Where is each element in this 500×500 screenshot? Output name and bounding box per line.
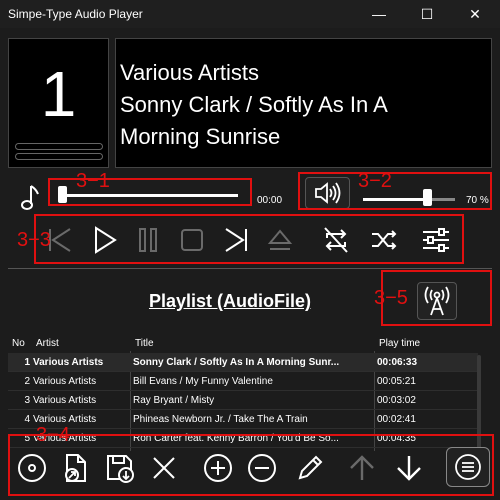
open-file-button[interactable] bbox=[57, 450, 93, 486]
equalizer-icon bbox=[423, 228, 449, 252]
row-artist: Various Artists bbox=[33, 376, 97, 387]
row-play-time: 00:06:33 bbox=[377, 357, 418, 368]
row-play-time: 00:04:35 bbox=[377, 433, 416, 444]
close-button[interactable]: ✕ bbox=[452, 0, 498, 28]
remove-track-button[interactable] bbox=[244, 450, 280, 486]
menu-button[interactable] bbox=[446, 447, 490, 487]
repeat-icon bbox=[324, 227, 348, 253]
repeat-button[interactable] bbox=[316, 220, 356, 260]
table-row[interactable]: 4 Various Artists Phineas Newborn Jr. / … bbox=[8, 410, 478, 429]
disc-button[interactable] bbox=[14, 450, 50, 486]
mute-button[interactable] bbox=[305, 177, 350, 209]
row-no: 5 bbox=[24, 433, 30, 444]
column-header-artist[interactable]: Artist bbox=[36, 338, 59, 349]
next-icon bbox=[225, 228, 247, 252]
row-title: Ray Bryant / Misty bbox=[133, 395, 215, 406]
elapsed-time: 00:00 bbox=[257, 195, 283, 206]
table-header: No Artist Title Play time bbox=[8, 335, 485, 351]
add-track-button[interactable] bbox=[200, 450, 236, 486]
annotation-label-3-3: 3−3 bbox=[17, 229, 51, 251]
volume-slider-thumb[interactable] bbox=[423, 189, 433, 206]
annotation-label-3-4: 3−4 bbox=[36, 424, 70, 446]
stop-button[interactable] bbox=[172, 220, 212, 260]
play-button[interactable] bbox=[84, 220, 124, 260]
volume-label: 70 % bbox=[466, 195, 489, 206]
row-title: Ron Carter feat. Kenny Barron / You'd Be… bbox=[133, 433, 339, 444]
column-header-play-time[interactable]: Play time bbox=[379, 338, 420, 349]
level-meter-left bbox=[15, 143, 103, 150]
move-down-icon bbox=[397, 456, 421, 481]
open-file-icon bbox=[65, 454, 86, 482]
add-icon bbox=[204, 454, 232, 482]
clear-icon bbox=[153, 457, 175, 479]
shuffle-button[interactable] bbox=[364, 220, 404, 260]
shuffle-icon bbox=[372, 230, 397, 250]
annotation-label-3-2: 3−2 bbox=[358, 170, 392, 192]
window-title: Simpe-Type Audio Player bbox=[8, 7, 143, 21]
row-title: Phineas Newborn Jr. / Take The A Train bbox=[133, 414, 308, 425]
row-artist: Various Artists bbox=[33, 395, 97, 406]
annotation-label-3-5: 3−5 bbox=[374, 287, 408, 309]
pause-button[interactable] bbox=[128, 220, 168, 260]
play-icon bbox=[95, 226, 117, 254]
now-playing-panel: Various Artists Sonny Clark / Softly As … bbox=[115, 38, 492, 168]
disc-icon bbox=[18, 454, 46, 482]
row-no: 2 bbox=[24, 376, 30, 387]
next-button[interactable] bbox=[216, 220, 256, 260]
menu-icon bbox=[455, 454, 481, 480]
edit-icon bbox=[298, 455, 323, 480]
section-divider bbox=[8, 268, 492, 269]
seek-slider-track[interactable] bbox=[58, 194, 238, 197]
row-play-time: 00:03:02 bbox=[377, 395, 416, 406]
save-playlist-button[interactable] bbox=[102, 450, 138, 486]
stop-icon bbox=[181, 229, 203, 251]
volume-slider-fill bbox=[363, 198, 428, 201]
move-up-button[interactable] bbox=[344, 450, 380, 486]
annotation-label-3-1: 3−1 bbox=[76, 170, 110, 192]
eject-icon bbox=[267, 229, 293, 250]
remove-icon bbox=[248, 454, 276, 482]
pause-icon bbox=[139, 228, 157, 252]
track-number: 1 bbox=[40, 58, 77, 130]
row-play-time: 00:05:21 bbox=[377, 376, 416, 387]
row-no: 3 bbox=[24, 395, 30, 406]
table-row[interactable]: 1 Various Artists Sonny Clark / Softly A… bbox=[8, 353, 478, 372]
row-title: Bill Evans / My Funny Valentine bbox=[133, 376, 273, 387]
minimize-button[interactable]: — bbox=[356, 0, 402, 28]
column-header-title[interactable]: Title bbox=[135, 338, 154, 349]
speaker-icon bbox=[314, 182, 340, 204]
title-bar: Simpe-Type Audio Player — ☐ ✕ bbox=[0, 0, 500, 28]
equalizer-button[interactable] bbox=[416, 220, 456, 260]
save-icon bbox=[107, 455, 134, 483]
playlist-table: No Artist Title Play time 1 Various Arti… bbox=[8, 335, 485, 453]
move-down-button[interactable] bbox=[391, 450, 427, 486]
stream-button[interactable] bbox=[417, 282, 457, 320]
track-number-panel: 1 bbox=[8, 38, 109, 168]
column-header-no[interactable]: No bbox=[12, 338, 25, 349]
row-artist: Various Artists bbox=[33, 357, 104, 368]
seek-slider-thumb[interactable] bbox=[58, 186, 67, 203]
now-playing-line-1: Various Artists bbox=[120, 60, 259, 85]
vertical-scrollbar[interactable] bbox=[477, 355, 481, 450]
now-playing-line-3: Morning Sunrise bbox=[120, 124, 281, 149]
level-meter-right bbox=[15, 153, 103, 160]
table-row[interactable]: 5 Various Artists Ron Carter feat. Kenny… bbox=[8, 429, 478, 448]
clear-playlist-button[interactable] bbox=[146, 450, 182, 486]
now-playing-line-2: Sonny Clark / Softly As In A bbox=[120, 92, 388, 117]
row-no: 4 bbox=[24, 414, 30, 425]
maximize-button[interactable]: ☐ bbox=[404, 0, 450, 28]
row-no: 1 bbox=[24, 357, 30, 368]
move-up-icon bbox=[350, 455, 374, 480]
music-note-icon bbox=[21, 185, 39, 210]
eject-button[interactable] bbox=[260, 220, 300, 260]
table-row[interactable]: 3 Various Artists Ray Bryant / Misty 00:… bbox=[8, 391, 478, 410]
antenna-icon bbox=[424, 286, 450, 316]
row-title: Sonny Clark / Softly As In A Morning Sun… bbox=[133, 357, 340, 368]
row-play-time: 00:02:41 bbox=[377, 414, 416, 425]
edit-track-button[interactable] bbox=[292, 450, 328, 486]
table-row[interactable]: 2 Various Artists Bill Evans / My Funny … bbox=[8, 372, 478, 391]
